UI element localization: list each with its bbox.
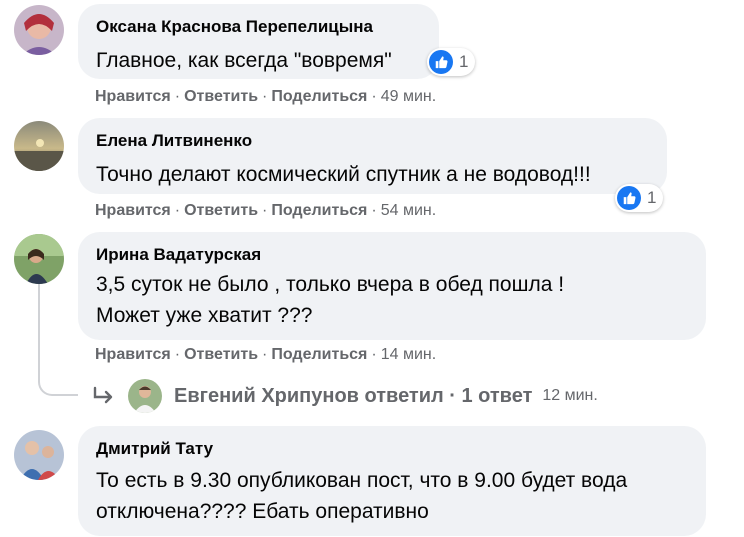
like-link[interactable]: Нравится — [95, 346, 171, 363]
reply-link[interactable]: Ответить — [184, 88, 258, 105]
avatar[interactable] — [14, 5, 64, 55]
comment-author[interactable]: Дмитрий Тату — [96, 439, 213, 459]
reaction-count: 1 — [647, 188, 657, 207]
timestamp[interactable]: 49 мин. — [381, 88, 436, 105]
comment-bubble: Ирина Вадатурская 3,5 суток не было , то… — [78, 232, 706, 340]
separator: · — [262, 202, 268, 219]
separator: · — [371, 202, 377, 219]
separator: · — [174, 202, 181, 219]
comment-actions: Нравится · Ответить · Поделиться · 54 мин. — [95, 202, 436, 220]
timestamp[interactable]: 54 мин. — [381, 202, 436, 219]
separator: · — [371, 346, 377, 363]
reply-arrow-icon — [93, 386, 113, 404]
reply-timestamp: 12 мин. — [542, 387, 598, 404]
comment-author[interactable]: Елена Литвиненко — [96, 131, 252, 151]
like-link[interactable]: Нравится — [95, 202, 171, 219]
separator: · — [174, 88, 181, 105]
avatar[interactable] — [14, 430, 64, 480]
thread-line — [38, 280, 78, 396]
comment-line: отключена???? Ебать оперативно — [96, 500, 429, 523]
comment-text: Главное, как всегда "вовремя" — [96, 49, 392, 72]
share-link[interactable]: Поделиться — [271, 202, 367, 219]
share-link[interactable]: Поделиться — [271, 88, 367, 105]
comment-text: 3,5 суток не было , только вчера в обед … — [96, 270, 564, 330]
share-link[interactable]: Поделиться — [271, 346, 367, 363]
comment-bubble: Елена Литвиненко Точно делают космически… — [78, 118, 667, 194]
comment-actions: Нравится · Ответить · Поделиться · 14 мин. — [95, 346, 436, 364]
separator: · — [371, 88, 377, 105]
avatar[interactable] — [14, 121, 64, 171]
separator: · — [262, 346, 268, 363]
comment-author[interactable]: Оксана Краснова Перепелицына — [96, 17, 373, 37]
reaction-badge[interactable]: 1 — [615, 184, 664, 212]
comment-line: То есть в 9.30 опубликован пост, что в 9… — [96, 469, 628, 492]
timestamp[interactable]: 14 мин. — [381, 346, 436, 363]
comment-bubble: Оксана Краснова Перепелицына Главное, ка… — [78, 4, 439, 79]
view-replies-link[interactable]: Евгений Хрипунов ответил · 1 ответ 12 ми… — [92, 378, 598, 414]
separator: · — [262, 88, 268, 105]
avatar[interactable] — [128, 379, 162, 413]
avatar[interactable] — [14, 234, 64, 284]
like-icon — [429, 50, 453, 74]
like-link[interactable]: Нравится — [95, 88, 171, 105]
comment-text: То есть в 9.30 опубликован пост, что в 9… — [96, 466, 627, 526]
separator: · — [174, 346, 181, 363]
reply-summary[interactable]: Евгений Хрипунов ответил · 1 ответ — [174, 385, 532, 408]
reply-link[interactable]: Ответить — [184, 346, 258, 363]
reply-link[interactable]: Ответить — [184, 202, 258, 219]
reaction-count: 1 — [459, 52, 469, 71]
comment-bubble: Дмитрий Тату То есть в 9.30 опубликован … — [78, 426, 706, 536]
reaction-badge[interactable]: 1 — [427, 48, 476, 76]
comment-line: Может уже хватит ??? — [96, 304, 313, 327]
like-icon — [617, 186, 641, 210]
comment-text: Точно делают космический спутник а не во… — [96, 163, 591, 186]
comment-actions: Нравится · Ответить · Поделиться · 49 мин. — [95, 88, 436, 106]
comment-line: 3,5 суток не было , только вчера в обед … — [96, 273, 565, 296]
comment-author[interactable]: Ирина Вадатурская — [96, 245, 261, 265]
